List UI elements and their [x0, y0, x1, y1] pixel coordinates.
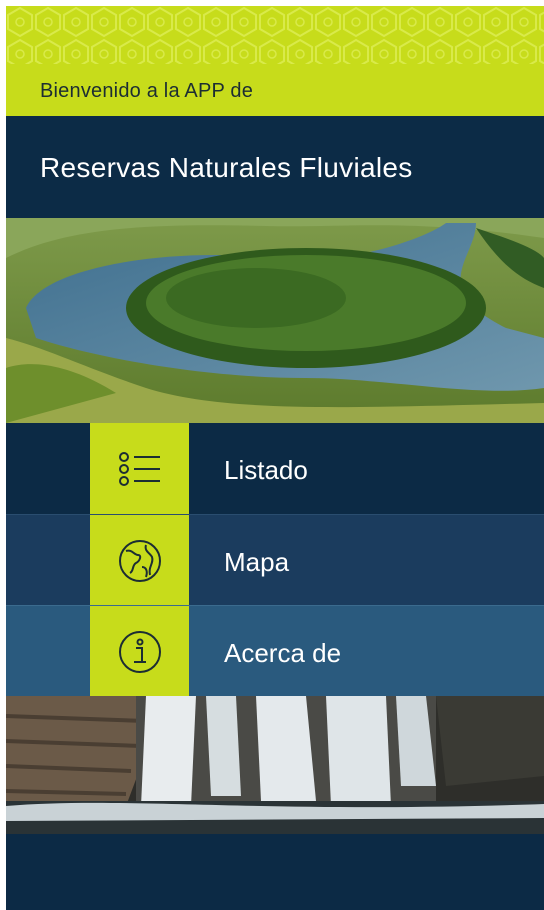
waterfall-image — [6, 696, 544, 834]
welcome-banner: Bienvenido a la APP de — [6, 64, 544, 116]
menu-item-listado[interactable]: Listado — [6, 423, 544, 514]
hero-river-image — [6, 218, 544, 423]
menu-item-mapa[interactable]: Mapa — [6, 514, 544, 606]
welcome-text: Bienvenido a la APP de — [40, 80, 254, 102]
menu-label-mapa: Mapa — [224, 547, 290, 577]
info-icon — [90, 606, 189, 697]
footer-area — [6, 834, 544, 910]
app-title: Reservas Naturales Fluviales — [40, 152, 413, 183]
title-bar: Reservas Naturales Fluviales — [6, 116, 544, 218]
app-screen: Bienvenido a la APP de Reservas Naturale… — [6, 6, 544, 910]
list-icon — [90, 423, 189, 514]
menu-label-listado: Listado — [224, 455, 308, 485]
header-pattern — [6, 6, 544, 64]
globe-icon — [90, 515, 189, 606]
menu-label-acerca-de: Acerca de — [224, 638, 342, 668]
menu-item-acerca-de[interactable]: Acerca de — [6, 605, 544, 697]
